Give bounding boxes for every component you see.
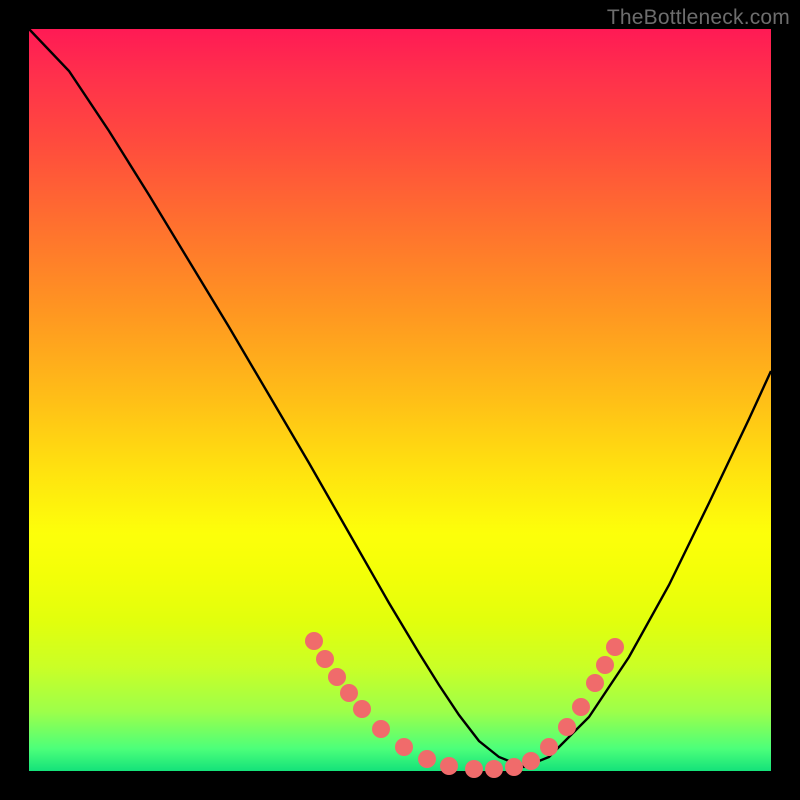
curve-marker [572,698,590,716]
curve-marker [505,758,523,776]
curve-marker [540,738,558,756]
watermark-text: TheBottleneck.com [607,6,790,30]
curve-marker [596,656,614,674]
curve-marker [522,752,540,770]
marker-group [305,632,624,778]
curve-marker [558,718,576,736]
curve-marker [418,750,436,768]
chart-frame: TheBottleneck.com [0,0,800,800]
curve-marker [340,684,358,702]
curve-marker [465,760,483,778]
curve-layer [29,29,771,771]
curve-marker [328,668,346,686]
curve-marker [316,650,334,668]
curve-marker [606,638,624,656]
curve-marker [395,738,413,756]
curve-marker [353,700,371,718]
curve-marker [586,674,604,692]
bottleneck-curve [29,29,771,767]
curve-marker [440,757,458,775]
curve-marker [372,720,390,738]
curve-marker [485,760,503,778]
curve-marker [305,632,323,650]
